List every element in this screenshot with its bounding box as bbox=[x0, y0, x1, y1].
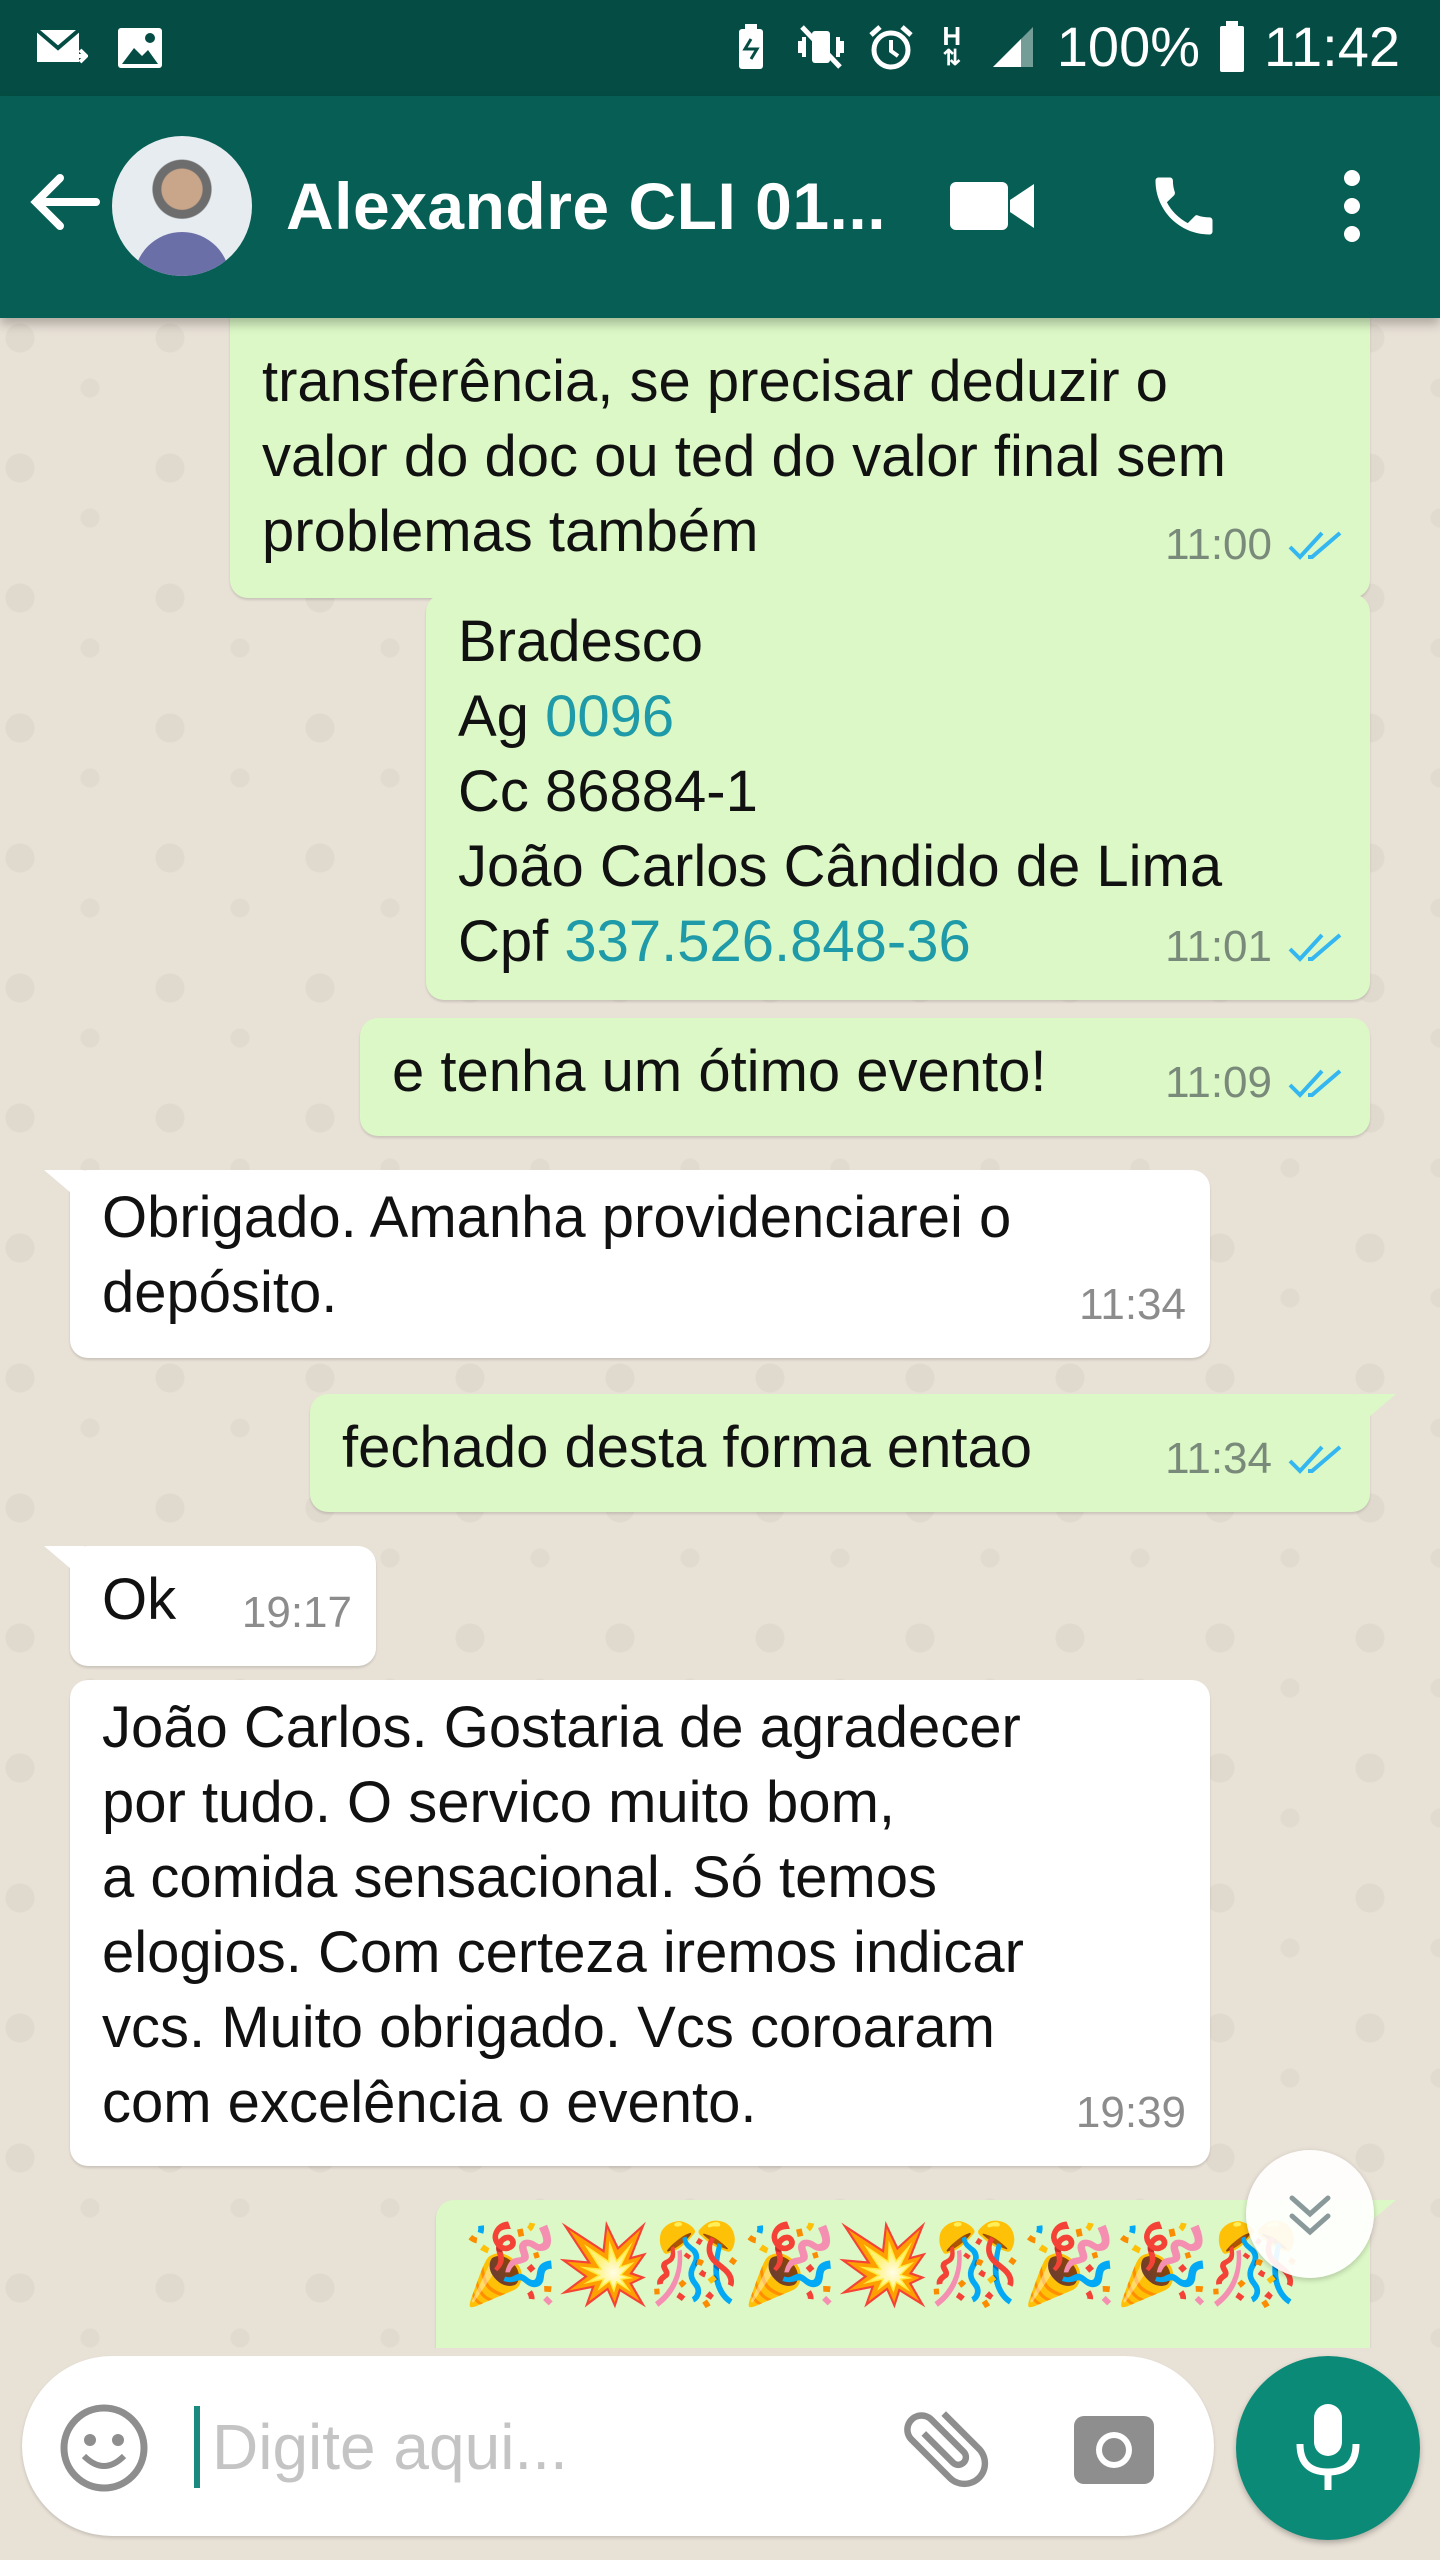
message-text: João Carlos. Gostaria de agradecer por t… bbox=[102, 1695, 1024, 2135]
double-check-icon bbox=[1288, 1444, 1342, 1474]
back-button[interactable] bbox=[26, 160, 102, 244]
mic-icon bbox=[1296, 2404, 1360, 2490]
message-bubble-incoming[interactable]: Obrigado. Amanha providenciarei o depósi… bbox=[44, 1170, 1210, 1358]
message-line: João Carlos Cândido de Lima bbox=[458, 834, 1223, 899]
message-text: Ok bbox=[102, 1567, 177, 1632]
bubble-tail bbox=[1356, 1394, 1396, 1428]
double-check-icon bbox=[1288, 932, 1342, 962]
avatar[interactable] bbox=[112, 136, 252, 276]
message-time: 11:34 bbox=[1079, 1280, 1186, 1329]
bubble-tail bbox=[44, 1546, 84, 1580]
message-time: 11:09 bbox=[1165, 1058, 1272, 1107]
message-meta: 19:17 bbox=[242, 1575, 352, 1650]
message-bubble-outgoing[interactable]: Bradesco Ag 0096 Cc 86884-1 João Carlos … bbox=[426, 594, 1370, 1000]
double-check-icon bbox=[1288, 1068, 1342, 1098]
voice-call-button[interactable] bbox=[1136, 158, 1232, 254]
attach-icon bbox=[904, 2411, 989, 2488]
emoji-message: 🎉💥🎊🎉💥🎊🎉🎉🎊 bbox=[462, 2220, 1304, 2308]
message-meta: 11:00 bbox=[1165, 507, 1346, 582]
chat-header: Alexandre CLI 01... bbox=[0, 96, 1440, 318]
message-time: 11:34 bbox=[1165, 1434, 1272, 1483]
message-bubble-outgoing[interactable]: 🎉💥🎊🎉💥🎊🎉🎉🎊 bbox=[436, 2200, 1396, 2348]
message-line: Cc 86884-1 bbox=[458, 759, 758, 824]
message-bubble-incoming[interactable]: Ok 19:17 bbox=[44, 1546, 376, 1666]
video-call-button[interactable] bbox=[944, 158, 1040, 254]
message-bubble-incoming[interactable]: João Carlos. Gostaria de agradecer por t… bbox=[70, 1680, 1210, 2166]
battery-icon bbox=[1218, 20, 1246, 72]
message-line: Bradesco bbox=[458, 609, 704, 674]
message-text: Obrigado. Amanha providenciarei o depósi… bbox=[102, 1185, 1012, 1325]
network-type-icon: H ⇅ bbox=[942, 20, 962, 70]
message-bubble-outgoing[interactable]: e tenha um ótimo evento! 11:09 bbox=[360, 1018, 1370, 1136]
emoji-icon bbox=[60, 2404, 148, 2492]
more-options-button[interactable] bbox=[1304, 158, 1400, 254]
text-cursor bbox=[194, 2406, 200, 2488]
back-arrow-icon bbox=[30, 174, 100, 230]
phone-icon bbox=[1155, 177, 1213, 235]
alarm-icon bbox=[865, 23, 917, 71]
chevron-down-icon bbox=[1289, 2195, 1331, 2236]
message-line: Cpf 337.526.848-36 bbox=[458, 909, 971, 974]
camera-button[interactable] bbox=[1062, 2396, 1166, 2500]
message-text: e tenha um ótimo evento! bbox=[392, 1039, 1047, 1104]
mail-notification-icon bbox=[36, 24, 88, 72]
status-bar: H ⇅ 100% 11:42 bbox=[0, 0, 1440, 96]
camera-icon bbox=[1074, 2416, 1154, 2484]
bubble-tail bbox=[44, 1170, 84, 1204]
message-meta: 11:34 bbox=[1079, 1267, 1186, 1342]
agency-number-link[interactable]: 0096 bbox=[545, 684, 674, 749]
message-time: 19:17 bbox=[241, 1588, 352, 1637]
voice-message-button[interactable] bbox=[1236, 2356, 1420, 2540]
clock: 11:42 bbox=[1264, 15, 1400, 78]
message-bubble-outgoing[interactable]: transferência, se precisar deduzir o val… bbox=[230, 318, 1370, 598]
scroll-to-bottom-button[interactable] bbox=[1246, 2150, 1374, 2278]
contact-name[interactable]: Alexandre CLI 01... bbox=[286, 168, 886, 244]
video-call-icon bbox=[950, 182, 1034, 230]
double-check-icon bbox=[1288, 530, 1342, 560]
chat-messages[interactable]: transferência, se precisar deduzir o val… bbox=[0, 318, 1440, 2348]
message-text: fechado desta forma entao bbox=[342, 1415, 1033, 1480]
cpf-number-link[interactable]: 337.526.848-36 bbox=[564, 909, 970, 974]
vibrate-mute-icon bbox=[795, 23, 847, 71]
message-input[interactable] bbox=[212, 2402, 852, 2492]
emoji-button[interactable] bbox=[58, 2402, 150, 2494]
message-meta: 11:01 bbox=[1165, 909, 1346, 984]
message-meta: 11:34 bbox=[1165, 1421, 1346, 1496]
signal-icon bbox=[987, 23, 1039, 71]
message-time: 19:39 bbox=[1075, 2088, 1186, 2137]
battery-saver-icon bbox=[725, 23, 777, 71]
message-line: Ag 0096 bbox=[458, 684, 675, 749]
message-time: 11:01 bbox=[1165, 922, 1272, 971]
message-time: 11:00 bbox=[1165, 520, 1272, 569]
network-type-label: H bbox=[942, 20, 962, 51]
battery-percent: 100% bbox=[1056, 15, 1201, 78]
attach-button[interactable] bbox=[894, 2396, 998, 2500]
more-vert-icon bbox=[1344, 170, 1360, 242]
gallery-notification-icon bbox=[114, 24, 166, 72]
message-meta: 19:39 bbox=[1076, 2075, 1186, 2150]
message-bubble-outgoing[interactable]: fechado desta forma entao 11:34 bbox=[310, 1394, 1396, 1512]
message-text: Bradesco Ag 0096 Cc 86884-1 João Carlos … bbox=[458, 604, 1222, 979]
message-composer bbox=[22, 2356, 1214, 2536]
message-meta: 11:09 bbox=[1165, 1045, 1346, 1120]
